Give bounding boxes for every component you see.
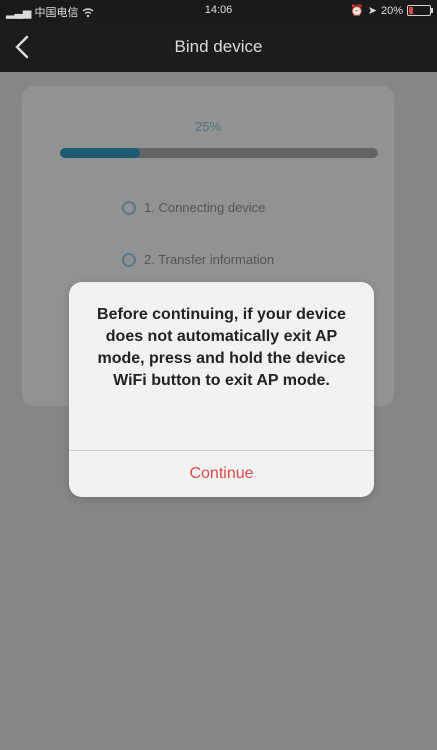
alert-dialog: Before continuing, if your device does n… [69,282,374,497]
dialog-message: Before continuing, if your device does n… [97,306,346,389]
continue-button[interactable]: Continue [69,451,374,497]
